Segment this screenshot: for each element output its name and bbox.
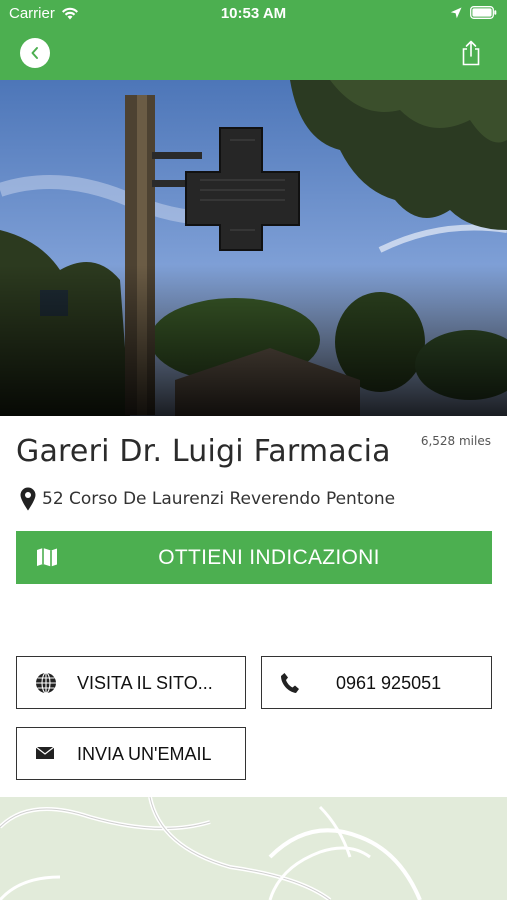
email-button[interactable]: INVIA UN'EMAIL	[16, 727, 246, 780]
address-text: 52 Corso De Laurenzi Reverendo Pentone	[42, 489, 396, 509]
back-button[interactable]	[20, 38, 50, 68]
envelope-icon	[35, 746, 55, 759]
clock: 10:53 AM	[220, 5, 287, 22]
website-button[interactable]: VISITA IL SITO...	[16, 656, 246, 709]
pharmacy-name: Gareri Dr. Luigi Farmacia	[16, 434, 391, 469]
pharmacy-photo	[0, 80, 507, 416]
share-button[interactable]	[459, 40, 483, 66]
location-map[interactable]	[0, 797, 507, 900]
status-right	[450, 6, 497, 19]
location-arrow-icon	[450, 7, 462, 18]
map-pin-icon	[20, 487, 36, 511]
globe-icon	[36, 672, 56, 694]
distance-label: 6,528 miles	[420, 434, 491, 448]
phone-number: 0961 925051	[336, 673, 442, 693]
email-label: INVIA UN'EMAIL	[77, 744, 212, 764]
top-bar: Carrier 10:53 AM	[0, 0, 507, 80]
directions-label: OTTIENI INDICAZIONI	[158, 545, 380, 569]
directions-button[interactable]: OTTIENI INDICAZIONI	[16, 531, 492, 584]
share-icon	[462, 40, 480, 66]
status-bar: Carrier 10:53 AM	[0, 0, 507, 28]
call-button[interactable]: 0961 925051	[261, 656, 492, 709]
website-label: VISITA IL SITO...	[77, 673, 213, 693]
chevron-left-icon	[31, 47, 38, 59]
battery-icon	[470, 6, 497, 19]
phone-icon	[281, 673, 299, 693]
address-row[interactable]: 52 Corso De Laurenzi Reverendo Pentone	[20, 487, 395, 511]
map-icon	[37, 548, 57, 567]
